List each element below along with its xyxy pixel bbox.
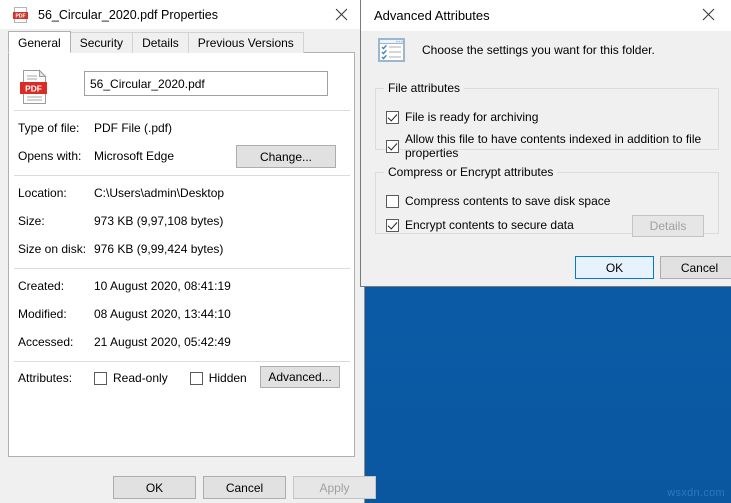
encrypt-label: Encrypt contents to secure data [405,218,574,232]
field-value: 10 August 2020, 08:41:19 [94,279,231,293]
compress-encrypt-legend: Compress or Encrypt attributes [384,165,558,179]
settings-list-icon [378,37,405,62]
properties-window-title: 56_Circular_2020.pdf Properties [38,7,218,22]
field-label: Modified: [18,307,67,321]
tab-general-label: General [18,36,61,50]
field-label: Opens with: [18,149,82,163]
cancel-button[interactable]: Cancel [203,476,286,499]
readonly-checkbox[interactable]: Read-only [94,371,168,385]
ok-button-label: OK [145,480,164,495]
field-size: Size: 973 KB (9,97,108 bytes) [18,214,223,228]
tab-details[interactable]: Details [132,32,189,53]
checkbox-box [189,371,203,385]
properties-titlebar: PDF 56_Circular_2020.pdf Properties [0,0,364,29]
tab-previous-versions-label: Previous Versions [197,36,294,50]
attributes-label: Attributes: [18,371,73,385]
field-value: C:\Users\admin\Desktop [94,186,225,200]
advanced-titlebar: Advanced Attributes [361,0,731,31]
advanced-attributes-dialog: Advanced Attributes Choose the settings … [360,0,731,287]
tab-general[interactable]: General [8,31,71,53]
checkbox-box [386,110,399,124]
tab-security[interactable]: Security [69,32,134,53]
tab-previous-versions[interactable]: Previous Versions [187,32,304,53]
field-value: 973 KB (9,97,108 bytes) [94,214,224,228]
advanced-header: Choose the settings you want for this fo… [361,31,731,68]
compress-label: Compress contents to save disk space [405,194,611,208]
file-properties-window: PDF 56_Circular_2020.pdf Properties Gene… [0,0,376,503]
checkbox-box [386,194,399,208]
index-contents-label: Allow this file to have contents indexed… [405,132,702,160]
advanced-cancel-label: Cancel [680,260,719,275]
file-attributes-legend: File attributes [384,81,465,95]
details-button: Details [632,215,704,237]
advanced-button-label: Advanced... [268,370,332,384]
advanced-dialog-title: Advanced Attributes [374,8,490,23]
properties-tabs: General Security Details Previous Versio… [8,31,355,53]
advanced-ok-label: OK [605,260,624,275]
field-value: Microsoft Edge [94,149,175,163]
pdf-file-icon: PDF [12,6,30,24]
checkbox-box [94,371,107,385]
field-opens-with: Opens with: Microsoft Edge [18,149,174,163]
close-icon[interactable] [686,0,731,29]
field-value: PDF File (.pdf) [94,121,173,135]
field-label: Size on disk: [18,242,87,256]
field-type-of-file: Type of file: PDF File (.pdf) [18,121,172,135]
checkbox-box [386,139,399,153]
advanced-button[interactable]: Advanced... [260,366,340,388]
apply-button: Apply [293,476,376,499]
field-label: Type of file: [18,121,80,135]
attributes-row: Attributes: Read-only Hidden [18,371,247,385]
cancel-button-label: Cancel [225,480,264,495]
advanced-header-text: Choose the settings you want for this fo… [422,42,655,57]
index-contents-checkbox[interactable]: Allow this file to have contents indexed… [386,132,731,160]
hidden-label: Hidden [208,371,247,385]
readonly-label: Read-only [113,371,168,385]
field-value: 976 KB (9,99,424 bytes) [94,242,224,256]
encrypt-checkbox[interactable]: Encrypt contents to secure data [386,218,574,232]
field-accessed: Accessed: 21 August 2020, 05:42:49 [18,335,231,349]
field-modified: Modified: 08 August 2020, 13:44:10 [18,307,231,321]
compress-checkbox[interactable]: Compress contents to save disk space [386,194,610,208]
field-created: Created: 10 August 2020, 08:41:19 [18,279,231,293]
field-value: 08 August 2020, 13:44:10 [94,307,231,321]
details-button-label: Details [649,219,687,233]
filename-input[interactable] [84,71,328,96]
field-location: Location: C:\Users\admin\Desktop [18,186,224,200]
archiving-label: File is ready for archiving [405,110,539,124]
field-label: Size: [18,214,45,228]
field-label: Created: [18,279,65,293]
svg-text:PDF: PDF [25,83,42,93]
tab-security-label: Security [79,36,124,50]
tab-details-label: Details [142,36,179,50]
watermark-text: wsxdn.com [667,487,725,499]
advanced-cancel-button[interactable]: Cancel [660,256,731,279]
divider [14,268,350,269]
ok-button[interactable]: OK [113,476,196,499]
divider [14,175,350,176]
advanced-ok-button[interactable]: OK [575,256,654,279]
change-button-label: Change... [259,149,313,164]
pdf-file-icon: PDF [18,68,52,106]
field-size-on-disk: Size on disk: 976 KB (9,99,424 bytes) [18,242,223,256]
apply-button-label: Apply [319,480,350,495]
field-label: Accessed: [18,335,74,349]
field-value: 21 August 2020, 05:42:49 [94,335,231,349]
divider [14,361,350,362]
divider [14,110,350,111]
checkbox-box [386,218,399,232]
svg-text:PDF: PDF [16,13,26,19]
hidden-checkbox[interactable]: Hidden [189,371,247,385]
properties-footer-buttons: OK Cancel Apply [0,470,376,503]
close-icon[interactable] [319,0,364,29]
field-label: Location: [18,186,67,200]
change-button[interactable]: Change... [236,145,336,168]
archiving-checkbox[interactable]: File is ready for archiving [386,110,538,124]
